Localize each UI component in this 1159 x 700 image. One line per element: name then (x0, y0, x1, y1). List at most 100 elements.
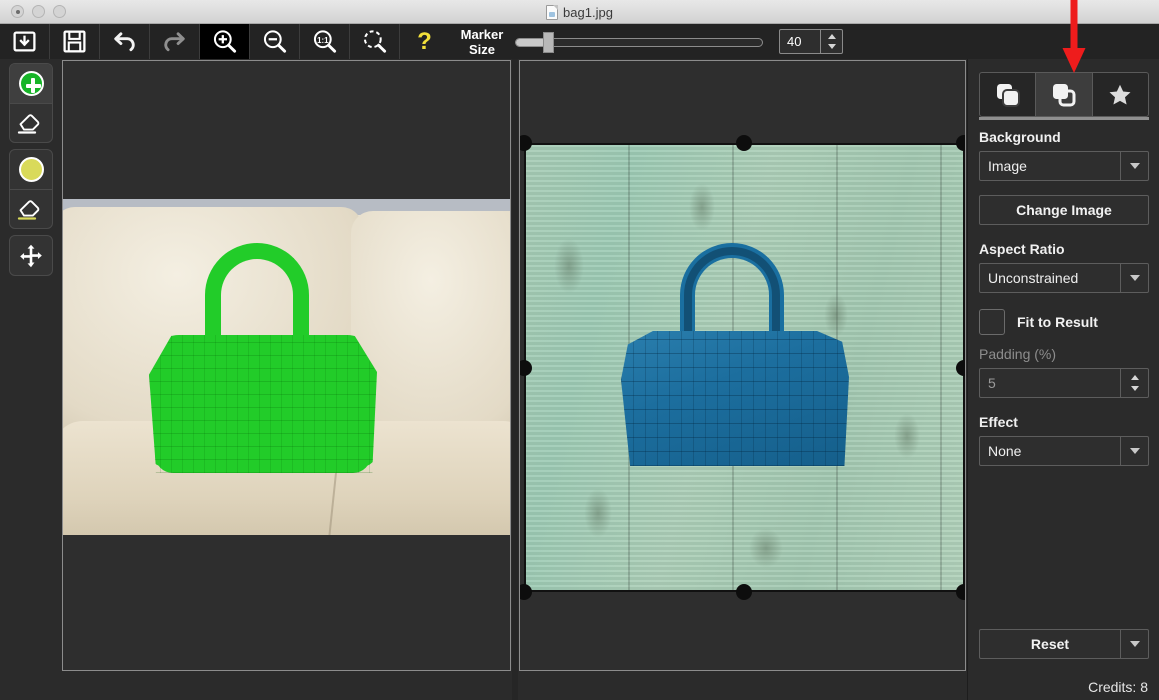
star-icon (1106, 82, 1134, 108)
resize-handle-bottom-right[interactable] (956, 584, 966, 600)
resize-handle-bottom-center[interactable] (736, 584, 752, 600)
layers-filled-icon (994, 82, 1022, 108)
move-arrows-icon (18, 243, 44, 269)
aspect-ratio-arrow[interactable] (1120, 264, 1148, 292)
marker-size-spin-arrows[interactable] (820, 30, 842, 53)
effect-select[interactable]: None (979, 436, 1149, 466)
chevron-down-icon (1130, 163, 1140, 169)
undo-arrow-icon (111, 28, 138, 55)
pan-tool-group (9, 235, 53, 276)
marker-size-value[interactable]: 40 (780, 30, 820, 53)
aspect-ratio-value: Unconstrained (980, 270, 1120, 286)
caret-up-icon[interactable] (1131, 375, 1139, 380)
padding-label: Padding (%) (979, 346, 1159, 362)
background-section-label: Background (979, 129, 1159, 145)
aspect-ratio-label: Aspect Ratio (979, 241, 1159, 257)
marker-size-stepper[interactable]: 40 (779, 29, 843, 54)
caret-down-icon[interactable] (1131, 386, 1139, 391)
save-button[interactable] (50, 24, 99, 59)
magnifier-1to1-icon: 1:1 (311, 28, 338, 55)
redo-button[interactable] (150, 24, 199, 59)
reset-dropdown-arrow[interactable] (1120, 630, 1148, 658)
fit-to-result-checkbox[interactable] (979, 309, 1005, 335)
erase-foreground-tool[interactable] (10, 103, 52, 142)
fit-to-result-row[interactable]: Fit to Result (979, 309, 1159, 335)
open-file-button[interactable] (0, 24, 49, 59)
settings-panel: Background Image Change Image Aspect Rat… (967, 59, 1159, 700)
resize-handle-middle-right[interactable] (956, 360, 966, 376)
magnifier-plus-icon (211, 28, 238, 55)
window-controls[interactable] (0, 5, 66, 18)
reset-label: Reset (980, 636, 1120, 652)
foreground-tool-group (9, 63, 53, 143)
green-plus-circle-icon (19, 71, 44, 96)
padding-value[interactable]: 5 (980, 375, 1120, 391)
source-image-canvas[interactable] (62, 60, 511, 671)
tab-foreground[interactable] (980, 73, 1036, 116)
question-mark-icon: ? (417, 28, 432, 56)
background-select[interactable]: Image (979, 151, 1149, 181)
close-dot-icon[interactable] (11, 5, 24, 18)
tab-effects[interactable] (1093, 73, 1148, 116)
source-photo (63, 199, 510, 535)
title-bar: bag1.jpg (0, 0, 1159, 24)
wood-knot (749, 528, 783, 568)
reset-button[interactable]: Reset (979, 629, 1149, 659)
pan-tool[interactable] (10, 236, 52, 275)
padding-stepper[interactable]: 5 (979, 368, 1149, 398)
wood-knot (554, 238, 584, 294)
redo-arrow-icon (161, 28, 188, 55)
panel-tabs (979, 72, 1149, 117)
panel-splitter[interactable] (512, 59, 518, 700)
zoom-dot-icon[interactable] (53, 5, 66, 18)
padding-spin-arrows[interactable] (1120, 369, 1148, 397)
zoom-in-button[interactable] (200, 24, 249, 59)
eraser-yellow-icon (16, 196, 46, 222)
erase-background-tool[interactable] (10, 189, 52, 228)
caret-up-icon[interactable] (828, 34, 836, 39)
background-tool-group (9, 149, 53, 229)
tab-background[interactable] (1036, 73, 1092, 116)
credits-label: Credits: 8 (1088, 679, 1148, 695)
chevron-down-icon (1130, 641, 1140, 647)
wood-knot (584, 488, 612, 538)
document-icon (546, 5, 558, 20)
add-foreground-tool[interactable] (10, 64, 52, 103)
marker-size-slider[interactable] (515, 24, 765, 59)
background-select-arrow[interactable] (1120, 152, 1148, 180)
effect-label: Effect (979, 414, 1159, 430)
effect-value: None (980, 443, 1120, 459)
minimize-dot-icon[interactable] (32, 5, 45, 18)
marker-size-label: Marker Size (455, 27, 509, 57)
undo-button[interactable] (100, 24, 149, 59)
wood-knot (689, 183, 715, 231)
fit-to-result-label: Fit to Result (1017, 314, 1098, 330)
change-image-button[interactable]: Change Image (979, 195, 1149, 225)
chevron-down-icon (1130, 275, 1140, 281)
resize-handle-bottom-left[interactable] (519, 584, 532, 600)
aspect-ratio-select[interactable]: Unconstrained (979, 263, 1149, 293)
result-image-canvas[interactable] (519, 60, 966, 671)
resize-handle-top-center[interactable] (736, 135, 752, 151)
window-title: bag1.jpg (563, 5, 613, 20)
zoom-out-button[interactable] (250, 24, 299, 59)
marked-handbag (147, 243, 379, 483)
handbag-handle-shadow (684, 247, 780, 343)
handbag-handle (205, 243, 309, 351)
add-background-tool[interactable] (10, 150, 52, 189)
slider-thumb[interactable] (543, 32, 554, 53)
result-composite (524, 143, 965, 592)
zoom-actual-button[interactable]: 1:1 (300, 24, 349, 59)
help-button[interactable]: ? (400, 24, 449, 59)
magnifier-fit-icon (361, 28, 388, 55)
svg-text:1:1: 1:1 (317, 36, 329, 45)
magnifier-minus-icon (261, 28, 288, 55)
effect-select-arrow[interactable] (1120, 437, 1148, 465)
handbag-croc-texture (621, 331, 849, 466)
caret-down-icon[interactable] (828, 44, 836, 49)
folder-download-icon (12, 29, 37, 54)
floppy-disk-icon (62, 29, 87, 54)
main-toolbar: 1:1 ? Marker Size 40 (0, 24, 1159, 59)
resize-handle-top-right[interactable] (956, 135, 966, 151)
zoom-fit-button[interactable] (350, 24, 399, 59)
